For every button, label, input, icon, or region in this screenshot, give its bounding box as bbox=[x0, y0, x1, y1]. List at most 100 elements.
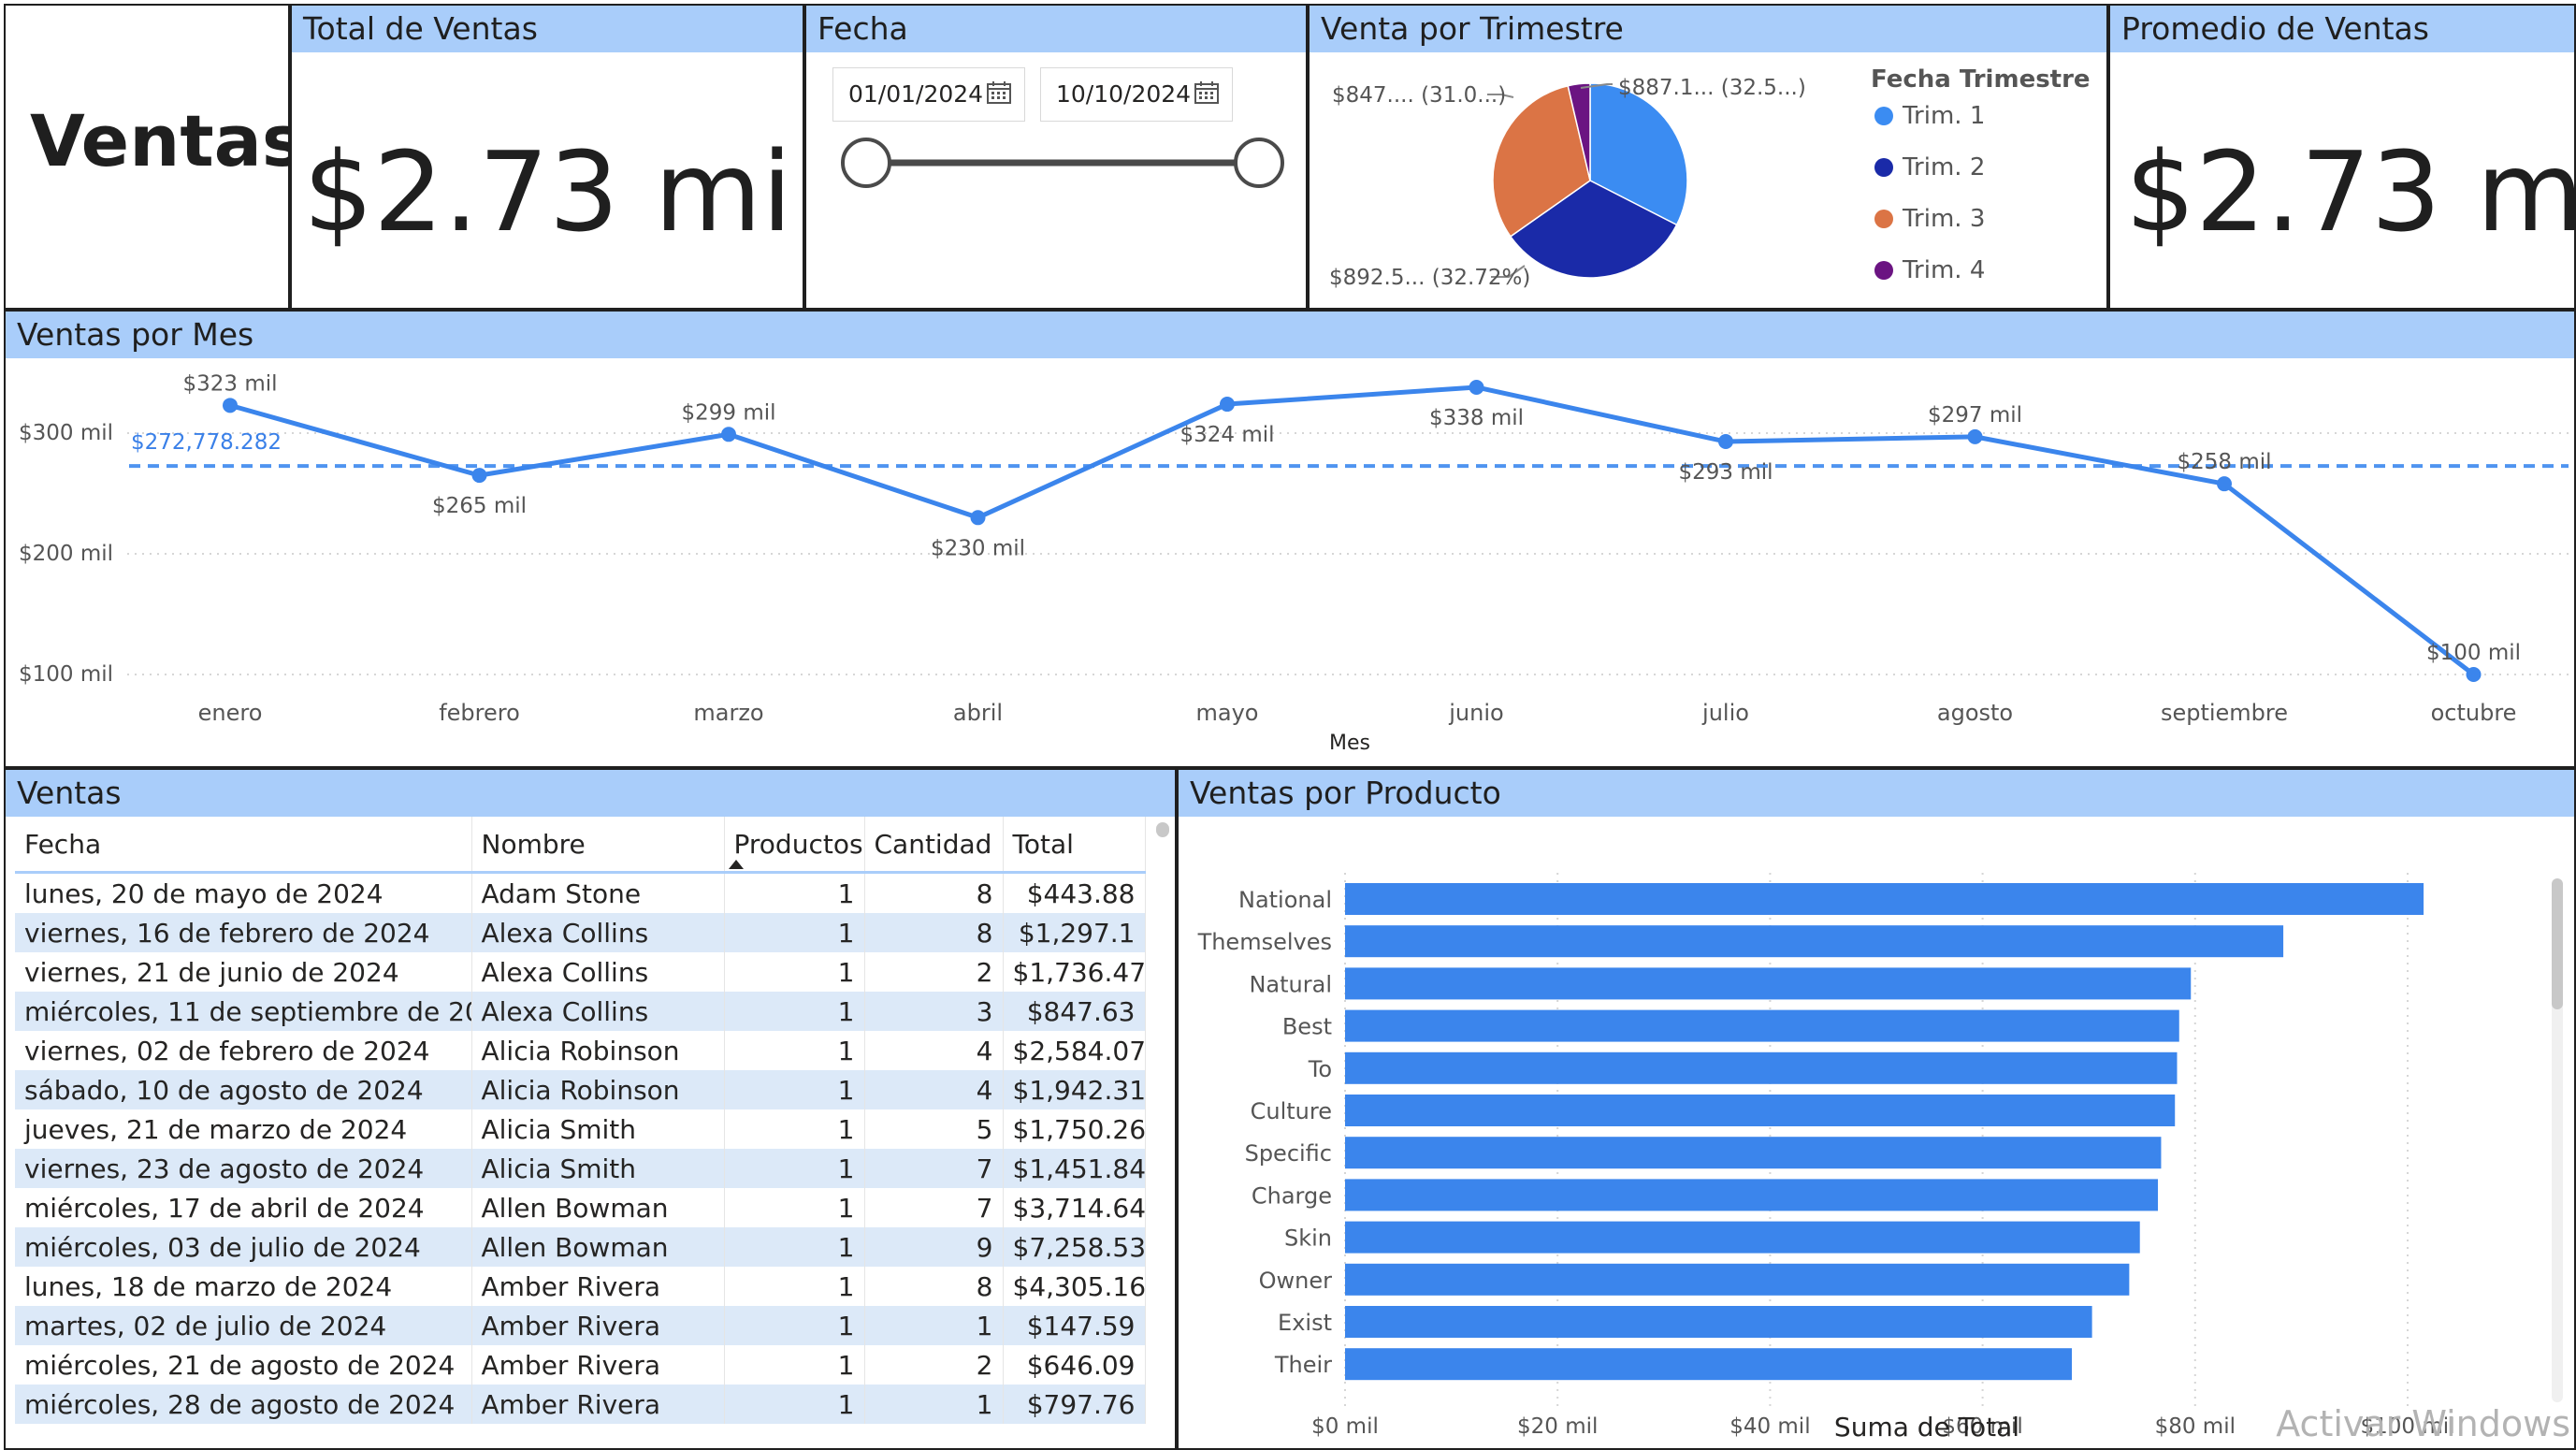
table-cell: 1 bbox=[724, 1306, 865, 1345]
data-point[interactable] bbox=[1967, 428, 1983, 444]
data-point[interactable] bbox=[1718, 434, 1733, 450]
calendar-icon[interactable] bbox=[1194, 81, 1219, 104]
table-row[interactable]: jueves, 21 de marzo de 2024 Alicia Smith 1… bbox=[15, 1109, 1146, 1149]
table-cell: $797.76 bbox=[1003, 1385, 1146, 1424]
column-header-cantidad[interactable]: Cantidad bbox=[864, 817, 1004, 874]
table-cell: miércoles, 17 de abril de 2024 bbox=[15, 1188, 472, 1227]
table-row[interactable]: miércoles, 28 de agosto de 2024 Amber Riv… bbox=[15, 1385, 1146, 1424]
table-row[interactable]: viernes, 23 de agosto de 2024 Alicia Smit… bbox=[15, 1149, 1146, 1188]
table-cell: viernes, 16 de febrero de 2024 bbox=[15, 913, 472, 952]
bar[interactable] bbox=[1345, 967, 2192, 1000]
data-point[interactable] bbox=[1469, 379, 1484, 395]
chart-scrollbar-thumb[interactable] bbox=[2552, 878, 2563, 1009]
table-cell: $443.88 bbox=[1003, 872, 1146, 913]
data-point[interactable] bbox=[970, 510, 986, 526]
title-card: Ventas bbox=[4, 4, 290, 310]
date-filter-card[interactable]: Fecha 01/01/2024 10/10/2024 bbox=[804, 4, 1308, 310]
table-cell: 1 bbox=[864, 1385, 1004, 1424]
legend-item-label[interactable]: Trim. 4 bbox=[1902, 256, 1985, 284]
y-tick-label: $100 mil bbox=[19, 662, 113, 687]
legend-marker-icon bbox=[1874, 210, 1893, 228]
avg-sales-card[interactable]: Promedio de Ventas $2.73 mil bbox=[2108, 4, 2576, 310]
data-label: $324 mil bbox=[1179, 423, 1274, 447]
table-row[interactable]: miércoles, 03 de julio de 2024 Allen Bowm… bbox=[15, 1227, 1146, 1267]
table-row[interactable]: lunes, 20 de mayo de 2024 Adam Stone 1 8 $44… bbox=[15, 872, 1146, 913]
column-header-total[interactable]: Total bbox=[1003, 817, 1146, 874]
table-row[interactable]: viernes, 16 de febrero de 2024 Alexa Coll… bbox=[15, 913, 1146, 952]
table-row[interactable]: miércoles, 17 de abril de 2024 Allen Bowm… bbox=[15, 1188, 1146, 1227]
y-tick-label: Themselves bbox=[1197, 929, 1332, 955]
end-date-input[interactable]: 10/10/2024 bbox=[1040, 67, 1233, 122]
table-cell: $1,750.26 bbox=[1003, 1109, 1146, 1149]
bar[interactable] bbox=[1345, 883, 2424, 915]
data-point[interactable] bbox=[1220, 397, 1235, 413]
column-header-label: Productos bbox=[733, 828, 863, 860]
bar[interactable] bbox=[1345, 1263, 2130, 1296]
data-point[interactable] bbox=[471, 468, 487, 484]
total-sales-card[interactable]: Total de Ventas $2.73 mill. bbox=[290, 4, 804, 310]
table-cell: $3,714.64 bbox=[1003, 1188, 1146, 1227]
table-cell: miércoles, 21 de agosto de 2024 bbox=[15, 1345, 472, 1385]
data-point[interactable] bbox=[2466, 667, 2482, 682]
start-date-input[interactable]: 01/01/2024 bbox=[832, 67, 1025, 122]
legend-item-label[interactable]: Trim. 1 bbox=[1902, 102, 1985, 130]
table-row[interactable]: miércoles, 21 de agosto de 2024 Amber Riv… bbox=[15, 1345, 1146, 1385]
pie-legend-title: Fecha Trimestre bbox=[1871, 65, 2091, 94]
x-axis-title: Mes bbox=[1329, 732, 1370, 755]
y-tick-label: $200 mil bbox=[19, 542, 113, 566]
table-cell: 2 bbox=[864, 1345, 1004, 1385]
table-row[interactable]: miércoles, 11 de septiembre de 2024 Alexa… bbox=[15, 992, 1146, 1031]
total-sales-value: $2.73 mill. bbox=[303, 127, 803, 256]
bar[interactable] bbox=[1345, 1095, 2176, 1126]
bar[interactable] bbox=[1345, 1137, 2162, 1169]
quarter-pie-chart[interactable]: $887.1... (32.5...) $892.5... (32.72%) $… bbox=[1310, 52, 2106, 310]
slider-end-handle[interactable] bbox=[1234, 138, 1284, 188]
table-scrollbar-thumb[interactable] bbox=[1156, 822, 1169, 837]
data-label: $258 mil bbox=[2177, 450, 2271, 474]
table-row[interactable]: sábado, 10 de agosto de 2024 Alicia Robin… bbox=[15, 1070, 1146, 1109]
data-point[interactable] bbox=[223, 398, 238, 413]
product-sales-card[interactable]: Ventas por Producto National Themselves Na… bbox=[1177, 768, 2576, 1450]
table-cell: 8 bbox=[864, 913, 1004, 952]
column-header-fecha[interactable]: Fecha bbox=[15, 817, 472, 874]
table-row[interactable]: viernes, 21 de junio de 2024 Alexa Collin… bbox=[15, 952, 1146, 992]
bar[interactable] bbox=[1345, 1009, 2179, 1042]
table-header-row: Fecha Nombre Productos Cantidad Total bbox=[15, 817, 1146, 874]
column-header-productos[interactable]: Productos bbox=[724, 817, 865, 874]
bar[interactable] bbox=[1345, 1051, 2178, 1084]
table-row[interactable]: viernes, 02 de febrero de 2024 Alicia Rob… bbox=[15, 1031, 1146, 1070]
total-sales-header: Total de Ventas bbox=[292, 6, 803, 52]
product-sales-bar-chart[interactable]: National Themselves Natural Best To Culture Sp… bbox=[1179, 817, 2574, 1448]
monthly-sales-card[interactable]: Ventas por Mes $300 mil $200 mil $100 mi… bbox=[4, 310, 2576, 768]
table-cell: $2,584.07 bbox=[1003, 1031, 1146, 1070]
data-point[interactable] bbox=[721, 427, 736, 442]
x-tick-label: $20 mil bbox=[1517, 1414, 1598, 1439]
bar[interactable] bbox=[1345, 1221, 2140, 1254]
data-label: $293 mil bbox=[1678, 460, 1773, 485]
legend-item-label[interactable]: Trim. 3 bbox=[1902, 205, 1985, 233]
y-tick-label: Their bbox=[1274, 1352, 1332, 1378]
bar[interactable] bbox=[1345, 1179, 2159, 1211]
table-cell: sábado, 10 de agosto de 2024 bbox=[15, 1070, 472, 1109]
table-cell: viernes, 21 de junio de 2024 bbox=[15, 952, 472, 992]
monthly-sales-line-chart[interactable]: $300 mil $200 mil $100 mil $272,778.282 … bbox=[6, 358, 2574, 766]
data-label: $100 mil bbox=[2426, 641, 2521, 665]
sort-ascending-icon[interactable] bbox=[728, 860, 744, 869]
sales-table-card[interactable]: Ventas Fecha Nombre Productos Cantidad T… bbox=[4, 768, 1177, 1450]
data-point[interactable] bbox=[2217, 476, 2232, 492]
bar[interactable] bbox=[1345, 925, 2284, 958]
table-row[interactable]: lunes, 18 de marzo de 2024 Amber Rivera 1 8… bbox=[15, 1267, 1146, 1306]
table-row[interactable]: martes, 02 de julio de 2024 Amber Rivera 1… bbox=[15, 1306, 1146, 1345]
table-cell: 7 bbox=[864, 1188, 1004, 1227]
bar[interactable] bbox=[1345, 1306, 2092, 1338]
legend-item-label[interactable]: Trim. 2 bbox=[1902, 153, 1985, 181]
column-header-nombre[interactable]: Nombre bbox=[471, 817, 725, 874]
calendar-icon[interactable] bbox=[987, 81, 1011, 104]
y-tick-label: Best bbox=[1282, 1014, 1332, 1040]
quarter-pie-card[interactable]: Venta por Trimestre $887.1... (32.5...) … bbox=[1308, 4, 2108, 310]
sales-table[interactable]: Fecha Nombre Productos Cantidad Total lu… bbox=[15, 817, 1146, 1424]
table-cell: 8 bbox=[864, 1267, 1004, 1306]
slider-start-handle[interactable] bbox=[841, 138, 891, 188]
date-range-slider[interactable] bbox=[806, 127, 1306, 193]
bar[interactable] bbox=[1345, 1348, 2073, 1381]
